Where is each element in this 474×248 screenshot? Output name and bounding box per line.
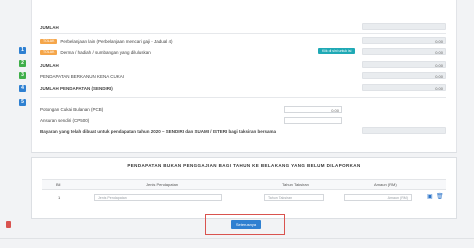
- income-panel: JUMLAH TOLAK Perbelanjaan lain (Perbelan…: [31, 0, 457, 153]
- jumlah-top-row: JUMLAH: [40, 22, 446, 32]
- fill-donations-button[interactable]: Klik di sini untuk isi: [318, 48, 356, 54]
- tolak-badge: TOLAK: [40, 49, 58, 55]
- jenis-pendapatan-input[interactable]: Jenis Pendapatan: [94, 194, 222, 201]
- amaun-input[interactable]: Amaun (RM): [344, 194, 412, 201]
- divider: [40, 33, 446, 34]
- jumlah-label: JUMLAH: [40, 62, 59, 68]
- jumlah-top-label: JUMLAH: [40, 24, 59, 30]
- payments-value: [362, 127, 446, 134]
- step-4-badge[interactable]: 4: [19, 85, 26, 92]
- row-number: 1: [58, 195, 61, 200]
- footer-divider: [0, 238, 474, 239]
- col-jenis: Jenis Pendapatan: [146, 182, 179, 187]
- pcb-label: Potongan Cukai Bulanan (PCB): [40, 106, 104, 112]
- row-total-self: JUMLAH PENDAPATAN (SENDIRI) 0.00: [40, 83, 446, 93]
- row-expenses-label: Perbelanjaan lain (Perbelanjaan mencari …: [60, 38, 173, 44]
- row-pcb: Potongan Cukai Bulanan (PCB): [40, 104, 446, 114]
- step-1-badge[interactable]: 1: [19, 47, 26, 54]
- arrears-title: PENDAPATAN BUKAN PENGGAJIAN BAGI TAHUN K…: [127, 163, 361, 168]
- row-donations-value: 0.00: [362, 48, 446, 55]
- col-amaun: Amaun (RM): [374, 182, 397, 187]
- step-3-badge[interactable]: 3: [19, 72, 26, 79]
- row-donations-label: Derma / hadiah / sumbangan yang dilulusk…: [60, 49, 151, 55]
- submit-button[interactable]: Seterusnya: [231, 220, 261, 229]
- chargeable-label: PENDAPATAN BERKANUN KENA CUKAI: [40, 73, 125, 79]
- row-jumlah: JUMLAH 0.00: [40, 60, 446, 70]
- total-self-label: JUMLAH PENDAPATAN (SENDIRI): [40, 85, 113, 91]
- arrears-panel: PENDAPATAN BUKAN PENGGAJIAN BAGI TAHUN K…: [31, 157, 457, 219]
- payments-label: Bayaran yang telah dibuat untuk pendapat…: [40, 128, 277, 134]
- tahun-taksiran-input[interactable]: Tahun Taksiran: [264, 194, 324, 201]
- divider: [40, 97, 446, 98]
- tolak-badge: TOLAK: [40, 38, 58, 44]
- col-bil: Bil: [56, 182, 61, 187]
- row-payments: Bayaran yang telah dibuat untuk pendapat…: [40, 126, 446, 136]
- row-expenses-value: 0.00: [362, 37, 446, 44]
- pcb-input[interactable]: 0.00: [284, 106, 342, 113]
- table-row: 1 Jenis Pendapatan Tahun Taksiran Amaun …: [42, 190, 446, 204]
- row-cp500: Ansuran sendiri (CP500): [40, 115, 446, 125]
- submit-highlight: Seterusnya: [205, 214, 285, 235]
- arrears-table-header: Bil Jenis Pendapatan Tahun Taksiran Amau…: [42, 179, 446, 190]
- step-2-badge[interactable]: 2: [19, 60, 26, 67]
- row-donations: TOLAK Derma / hadiah / sumbangan yang di…: [40, 47, 446, 57]
- row-chargeable: PENDAPATAN BERKANUN KENA CUKAI 0.00: [40, 71, 446, 81]
- save-icon[interactable]: ▣: [427, 194, 433, 200]
- total-self-value: 0.00: [362, 84, 446, 91]
- row-expenses: TOLAK Perbelanjaan lain (Perbelanjaan me…: [40, 36, 446, 46]
- error-marker: [6, 221, 11, 228]
- cp500-label: Ansuran sendiri (CP500): [40, 117, 90, 123]
- step-sidebar: 1 2 3 4 5: [0, 0, 30, 248]
- cp500-input[interactable]: [284, 117, 342, 124]
- col-tahun: Tahun Taksiran: [282, 182, 309, 187]
- chargeable-value: 0.00: [362, 72, 446, 79]
- jumlah-top-value: [362, 23, 446, 30]
- step-5-badge[interactable]: 5: [19, 99, 26, 106]
- delete-icon[interactable]: 🗑: [436, 194, 444, 200]
- jumlah-value: 0.00: [362, 61, 446, 68]
